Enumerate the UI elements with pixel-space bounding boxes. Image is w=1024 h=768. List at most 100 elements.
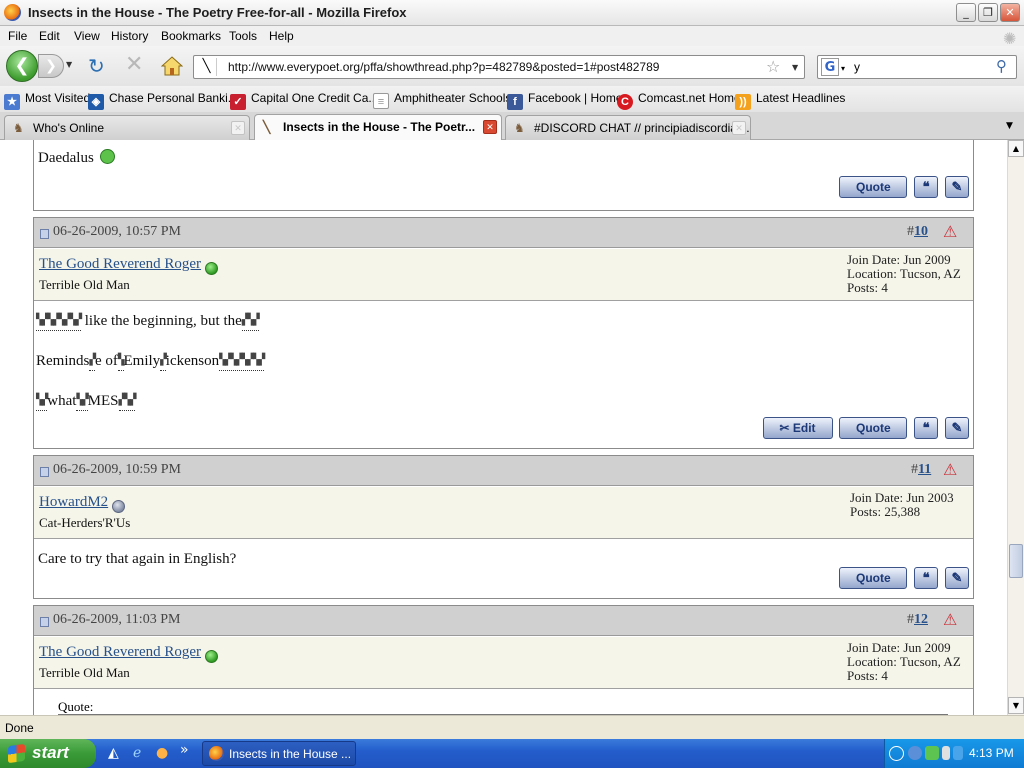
volume-icon[interactable] [942,746,950,760]
signal-icon[interactable] [953,746,963,760]
maximize-button[interactable]: ❐ [978,3,998,22]
online-status-icon [205,650,218,663]
post-12: 06-26-2009, 11:03 PM #12 ⚠ The Good Reve… [33,605,974,715]
facebook-icon: f [507,94,523,110]
edit-button[interactable]: ✂ Edit [762,417,833,439]
post-permalink[interactable]: 11 [918,462,931,477]
bookmark-chase[interactable]: ◈ Chase Personal Banki... [88,91,238,110]
menu-bookmarks[interactable]: Bookmarks [161,29,221,43]
search-input[interactable]: y [854,60,860,74]
internet-explorer-icon[interactable]: ℯ [133,745,141,761]
report-post-icon[interactable]: ⚠ [943,611,961,629]
bookmark-amphitheater[interactable]: ≡ Amphitheater Schools [373,91,511,109]
home-button[interactable] [161,55,183,77]
multiquote-button[interactable]: ❝ [914,567,939,589]
tab-discord-chat[interactable]: ♞ #DISCORD CHAT // principiadiscordia.c.… [505,115,751,140]
forward-button[interactable]: ❯ [38,54,64,78]
post-permalink[interactable]: 12 [914,612,928,627]
back-button[interactable]: ❮ [6,50,38,82]
bookmark-latest-headlines[interactable]: )) Latest Headlines [735,91,845,110]
minimize-button[interactable]: _ [956,3,976,22]
stop-button[interactable]: ✕ [125,54,143,76]
post-fragment: Daedalus Quote ❝ ✎ [33,140,974,211]
post-user-bar: The Good Reverend Roger Terrible Old Man… [34,249,973,301]
user-info: Join Date: Jun 2009 Location: Tucson, AZ… [847,252,961,295]
username-link[interactable]: The Good Reverend Roger [39,644,201,661]
menu-history[interactable]: History [111,29,148,43]
url-text[interactable]: http://www.everypoet.org/pffa/showthread… [228,60,659,74]
tab-insects-in-the-house[interactable]: ╲ Insects in the House - The Poetr... ✕ [254,114,502,141]
username-link[interactable]: The Good Reverend Roger [39,256,201,273]
quote-button[interactable]: Quote [839,567,908,589]
menu-view[interactable]: View [74,29,100,43]
post-permalink[interactable]: 10 [914,224,928,239]
user-title: Terrible Old Man [39,277,130,292]
menu-file[interactable]: File [8,29,27,43]
search-magnifier-icon[interactable]: ⚲ [996,57,1007,75]
scroll-up-button[interactable]: ▲ [1008,140,1024,157]
report-post-icon[interactable]: ⚠ [943,461,961,479]
post-header: 06-26-2009, 10:57 PM #10 ⚠ [34,218,973,248]
multiquote-button[interactable]: ❝ [914,176,939,198]
capital-one-icon: ✓ [230,94,246,110]
search-box[interactable]: G ▾ y ⚲ [817,55,1017,79]
network-globe-icon[interactable] [908,746,922,760]
url-dropdown-icon[interactable]: ▼ [792,63,798,72]
tab-strip: ♞ Who's Online ✕ ╲ Insects in the House … [0,112,1024,141]
navigation-toolbar: ❮ ❯ ▼ ↻ ✕ ╲ http://www.everypoet.org/pff… [0,46,1024,86]
quicklaunch-icon[interactable]: ◭ [108,745,119,761]
tab-close-icon[interactable]: ✕ [732,121,746,135]
firefox-quicklaunch-icon[interactable]: ● [156,745,168,761]
menu-tools[interactable]: Tools [229,29,257,43]
post-buttons: ✂ Edit Quote ❝ ✎ [760,417,969,443]
smiley-icon [99,149,115,164]
quote-button[interactable]: Quote [839,176,908,198]
throbber-icon: ✺ [1003,29,1017,48]
post-date: 06-26-2009, 10:59 PM [53,462,181,477]
tray-app-icon[interactable] [925,746,939,760]
address-bar[interactable]: ╲ http://www.everypoet.org/pffa/showthre… [193,55,805,79]
post-user-bar: HowardM2 Cat-Herders'R'Us Join Date: Jun… [34,487,973,539]
quick-reply-button[interactable]: ✎ [945,567,969,589]
reload-button[interactable]: ↻ [88,56,105,76]
quicklaunch-overflow-icon[interactable]: » [180,742,189,758]
post-10: 06-26-2009, 10:57 PM #10 ⚠ The Good Reve… [33,217,974,449]
quick-reply-button[interactable]: ✎ [945,417,969,439]
scroll-down-button[interactable]: ▼ [1008,697,1024,714]
tab-close-icon[interactable]: ✕ [483,120,497,134]
report-post-icon[interactable]: ⚠ [943,223,961,241]
google-search-engine-icon[interactable]: G [821,58,839,76]
bookmark-capital-one[interactable]: ✓ Capital One Credit Ca... [230,91,378,110]
list-all-tabs-icon[interactable]: ▼ [1006,121,1013,131]
bookmark-star-icon[interactable]: ☆ [766,57,780,76]
tab-close-icon[interactable]: ✕ [231,121,245,135]
firefox-taskbar-icon [209,746,224,761]
tray-expand-icon[interactable] [889,746,904,761]
scroll-thumb[interactable] [1009,544,1023,578]
post-user-bar: The Good Reverend Roger Terrible Old Man… [34,637,973,689]
vertical-scrollbar[interactable]: ▲ ▼ [1007,140,1024,715]
quote-label: Quote: [58,699,94,714]
bookmarks-toolbar: ★ Most Visited ◈ Chase Personal Banki... ✓… [0,86,1024,112]
site-identity-icon[interactable]: ╲ [197,58,217,76]
search-engine-dropdown-icon[interactable]: ▾ [841,64,845,73]
post-icon [40,617,49,627]
username-link[interactable]: HowardM2 [39,494,108,511]
quick-reply-button[interactable]: ✎ [945,176,969,198]
menu-help[interactable]: Help [269,29,294,43]
quote-button[interactable]: Quote [839,417,908,439]
system-tray: 4:13 PM [884,739,1024,768]
taskbar-firefox-item[interactable]: Insects in the House ... [202,741,356,766]
title-bar: Insects in the House - The Poetry Free-f… [0,0,1024,26]
start-button[interactable]: start [0,739,96,768]
bookmark-comcast[interactable]: C Comcast.net Home [617,91,741,110]
multiquote-button[interactable]: ❝ [914,417,939,439]
close-window-button[interactable]: ✕ [1000,3,1020,22]
bookmark-facebook[interactable]: f Facebook | Home [507,91,623,110]
tab-whos-online[interactable]: ♞ Who's Online ✕ [4,115,250,140]
bookmark-most-visited[interactable]: ★ Most Visited [4,91,90,110]
history-dropdown-icon[interactable]: ▼ [66,60,72,69]
menu-edit[interactable]: Edit [39,29,60,43]
post-number: #12 [907,612,928,627]
windows-taskbar: start ◭ ℯ ● » Insects in the House ... 4… [0,739,1024,768]
